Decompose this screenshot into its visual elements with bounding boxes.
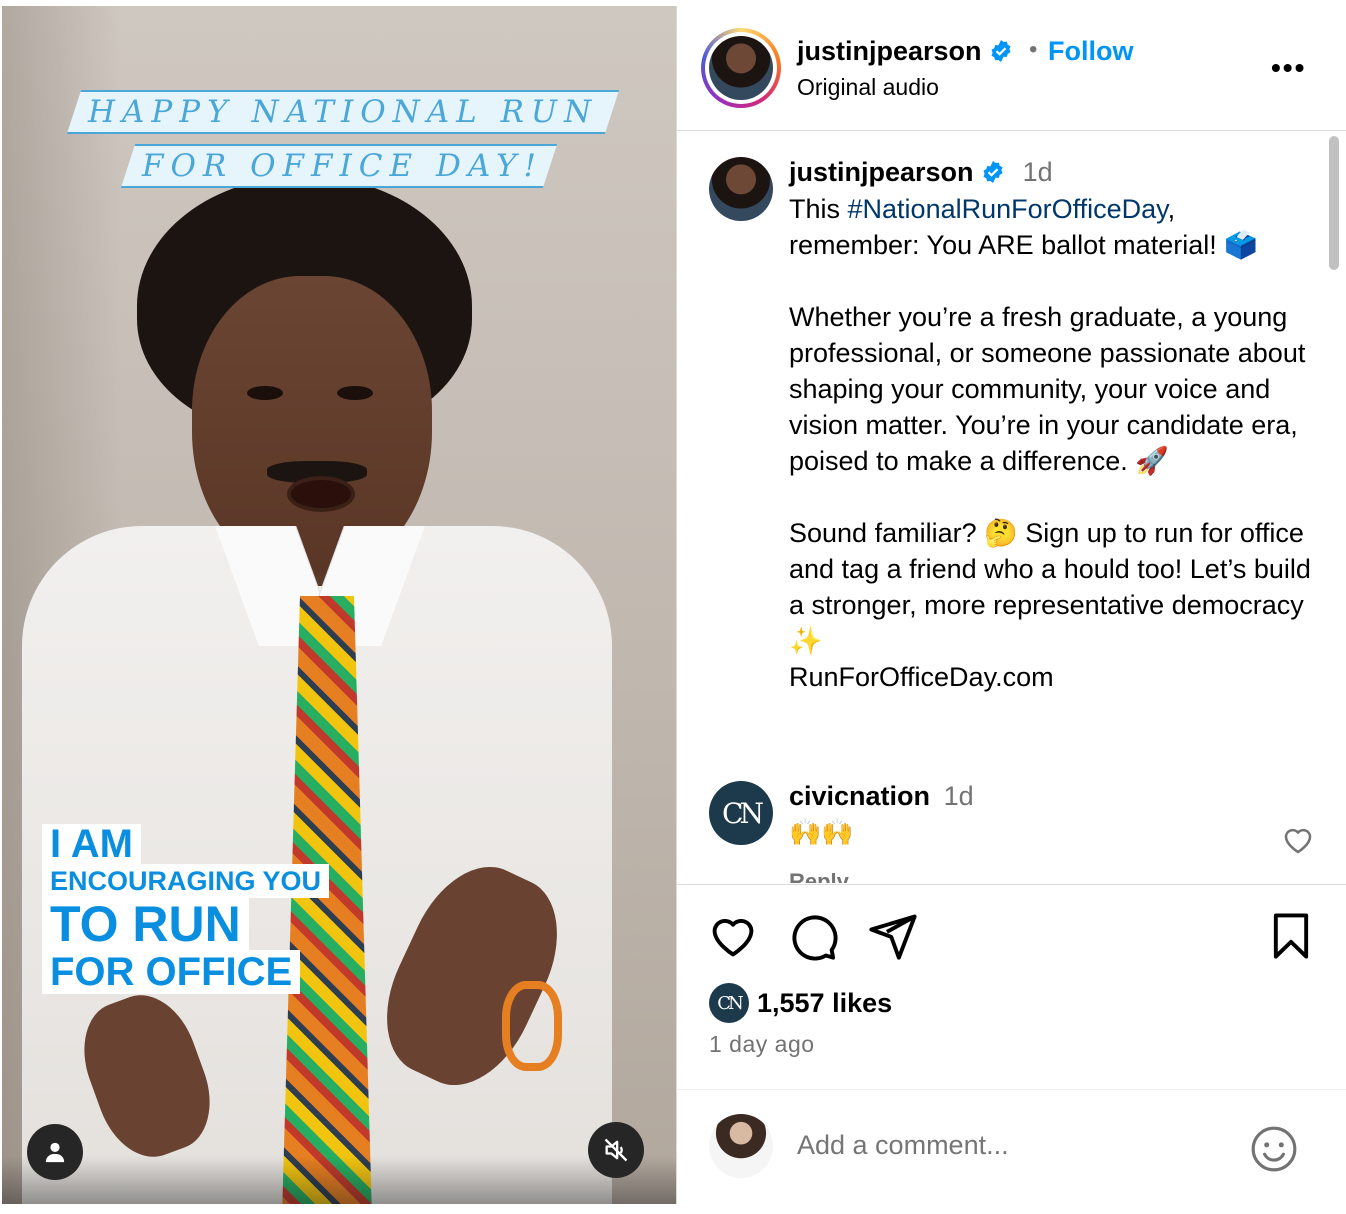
comments-section[interactable]: justinjpearson 1d This #NationalRunForOf…: [677, 131, 1346, 883]
verified-badge-icon: [983, 161, 1003, 183]
audio-link[interactable]: Original audio: [797, 74, 939, 101]
wristband: [502, 981, 562, 1071]
left-eye: [247, 386, 283, 400]
current-user-avatar[interactable]: [709, 1114, 773, 1178]
cta-line-2: ENCOURAGING YOU: [42, 864, 330, 898]
likes-avatar[interactable]: CN: [709, 983, 749, 1023]
caption-text: This #NationalRunForOfficeDay, remember:…: [789, 191, 1319, 695]
banner-line-1: HAPPY NATIONAL RUN: [66, 90, 620, 134]
verified-badge-icon: [991, 40, 1011, 62]
scrollbar[interactable]: [1329, 136, 1339, 270]
muted-speaker-icon: [604, 1138, 628, 1162]
comment-like-icon[interactable]: [1281, 823, 1315, 857]
caption-avatar[interactable]: [709, 157, 773, 221]
comment-input[interactable]: [797, 1130, 1217, 1161]
caption-text-body: , remember: You ARE ballot material! 🗳️ …: [789, 194, 1311, 692]
right-eye: [337, 386, 373, 400]
header-username[interactable]: justinjpearson: [797, 36, 1013, 67]
cta-line-1: I AM: [42, 824, 141, 864]
emoji-icon[interactable]: [1249, 1124, 1299, 1174]
share-icon[interactable]: [867, 910, 919, 962]
banner-line-2: FOR OFFICE DAY!: [120, 144, 558, 188]
caption-header: justinjpearson 1d: [789, 157, 1053, 188]
cta-line-4: FOR OFFICE: [42, 950, 301, 994]
hashtag-link[interactable]: #NationalRunForOfficeDay: [848, 194, 1168, 224]
reply-button[interactable]: Reply: [789, 869, 849, 883]
comment-header: civicnation 1d: [789, 781, 974, 812]
actions-section: CN 1,557 likes 1 day ago: [677, 884, 1346, 1205]
caption-time: 1d: [1022, 157, 1053, 187]
cta-line-3: TO RUN: [42, 898, 249, 950]
more-options-icon[interactable]: •••: [1271, 52, 1306, 84]
like-icon[interactable]: [707, 910, 759, 962]
post-time[interactable]: 1 day ago: [709, 1031, 815, 1058]
mouth: [287, 476, 355, 512]
post-details: justinjpearson • Follow Original audio •…: [677, 6, 1346, 1204]
comment-icon[interactable]: [787, 910, 839, 962]
caption-username[interactable]: justinjpearson: [789, 157, 974, 187]
add-comment-bar: [677, 1089, 1346, 1206]
likes-count[interactable]: 1,557 likes: [757, 983, 892, 1023]
user-icon: [45, 1142, 65, 1163]
follow-button[interactable]: Follow: [1048, 36, 1133, 67]
comment-avatar[interactable]: CN: [709, 781, 773, 845]
comment-text: 🙌🙌: [789, 817, 854, 847]
comment-username[interactable]: civicnation: [789, 781, 930, 811]
comment-time: 1d: [943, 781, 974, 811]
bottom-shade: [2, 1156, 676, 1204]
bookmark-icon[interactable]: [1265, 910, 1317, 962]
avatar[interactable]: [709, 36, 773, 100]
tagged-users-button[interactable]: [27, 1124, 83, 1180]
reel-video[interactable]: HAPPY NATIONAL RUN FOR OFFICE DAY! I AM …: [2, 6, 676, 1204]
post-header: justinjpearson • Follow Original audio •…: [677, 6, 1346, 131]
separator-dot: •: [1029, 36, 1038, 63]
story-ring[interactable]: [701, 28, 781, 108]
caption-text-start: This: [789, 194, 848, 224]
mute-button[interactable]: [588, 1122, 644, 1178]
